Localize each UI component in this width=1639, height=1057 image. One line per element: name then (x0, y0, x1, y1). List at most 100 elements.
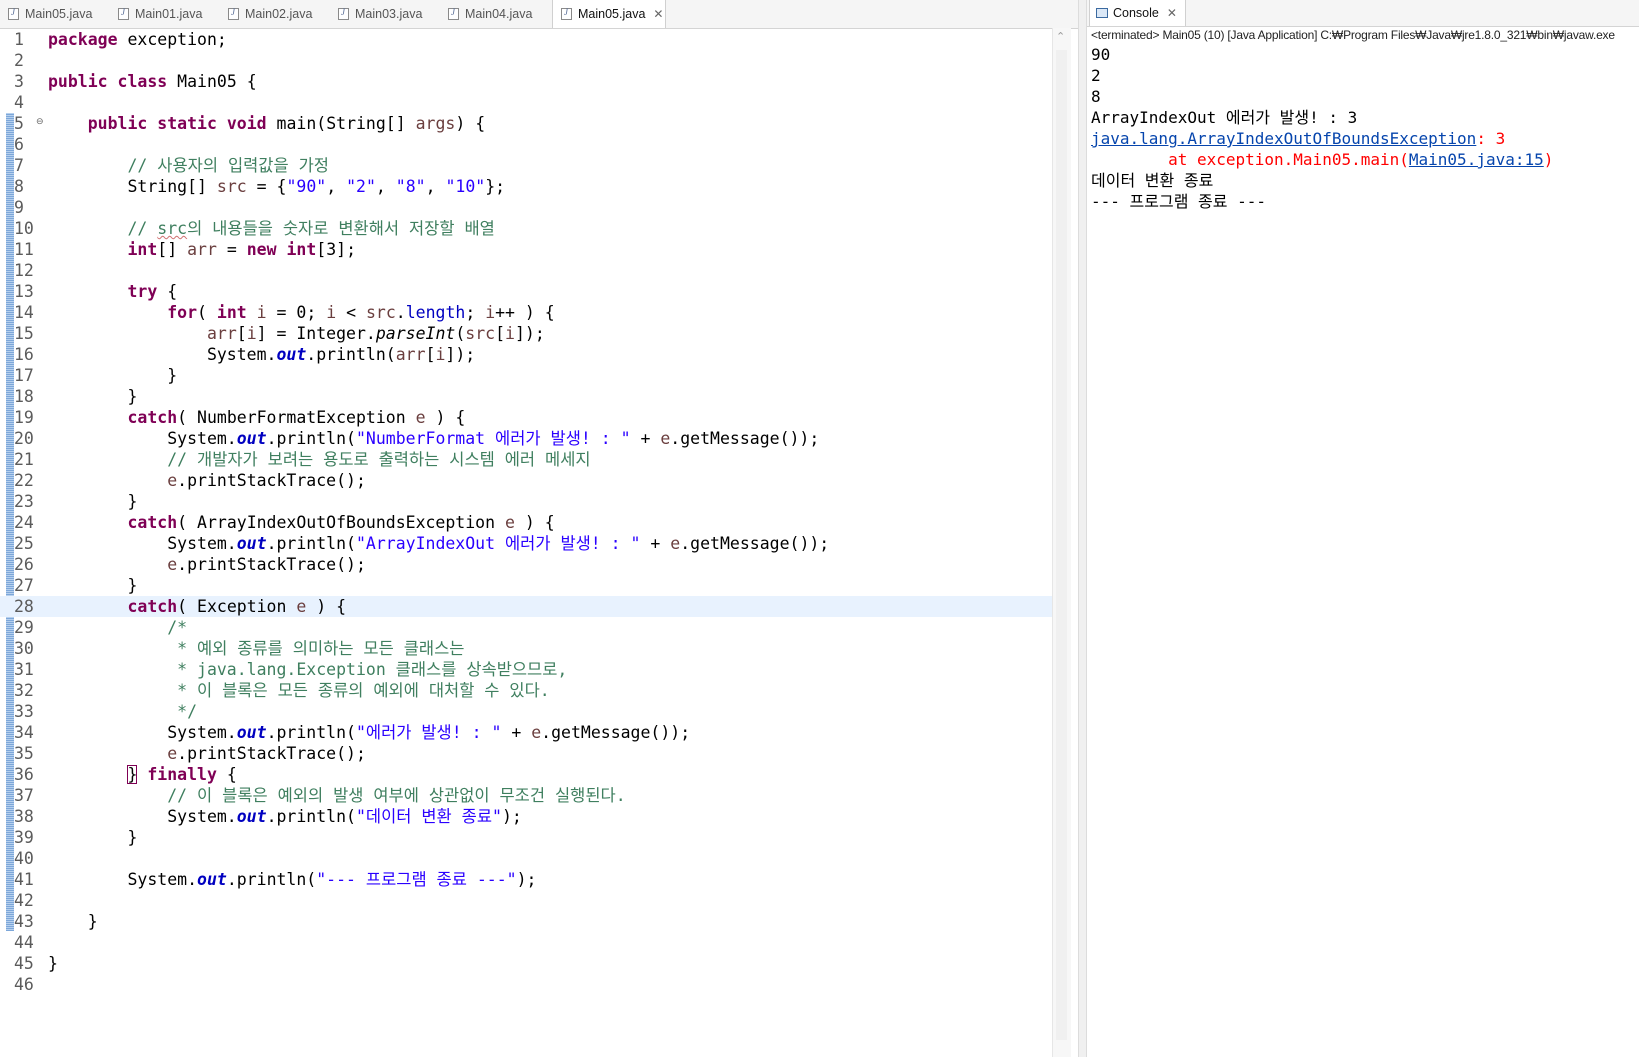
code-line[interactable]: 39 } (0, 827, 1052, 848)
editor-tab[interactable]: Main01.java (110, 0, 218, 27)
code-line[interactable]: 17 } (0, 365, 1052, 386)
code-line[interactable]: 24 catch( ArrayIndexOutOfBoundsException… (0, 512, 1052, 533)
code-line[interactable]: 10 // src의 내용들을 숫자로 변환해서 저장할 배열 (0, 218, 1052, 239)
code-line[interactable]: 21 // 개발자가 보려는 용도로 출력하는 시스템 에러 메세지 (0, 449, 1052, 470)
code-text: * java.lang.Exception 클래스를 상속받으므로, (48, 659, 567, 680)
code-line[interactable]: 44 (0, 932, 1052, 953)
code-line[interactable]: 45} (0, 953, 1052, 974)
code-line[interactable]: 7 // 사용자의 입력값을 가정 (0, 155, 1052, 176)
code-line[interactable]: 34 System.out.println("에러가 발생! : " + e.g… (0, 722, 1052, 743)
code-line[interactable]: 46 (0, 974, 1052, 995)
code-text: System.out.println("NumberFormat 에러가 발생!… (48, 428, 819, 449)
code-line[interactable]: 43 } (0, 911, 1052, 932)
code-text: // src의 내용들을 숫자로 변환해서 저장할 배열 (48, 218, 494, 239)
code-token: } (48, 387, 138, 406)
code-token: // 이 블록은 예외의 발생 여부에 상관없이 무조건 실행된다. (167, 786, 626, 805)
panel-splitter[interactable] (1078, 0, 1087, 1057)
code-line[interactable]: 8 String[] src = {"90", "2", "8", "10"}; (0, 176, 1052, 197)
console-line: --- 프로그램 종료 --- (1091, 191, 1266, 212)
code-line[interactable]: 22 e.printStackTrace(); (0, 470, 1052, 491)
line-number: 20 (14, 429, 34, 448)
code-token: catch (127, 513, 178, 532)
code-line[interactable]: 29 /* (0, 617, 1052, 638)
code-line[interactable]: 16 System.out.println(arr[i]); (0, 344, 1052, 365)
close-icon[interactable]: ✕ (653, 7, 663, 21)
code-line[interactable]: 11 int[] arr = new int[3]; (0, 239, 1052, 260)
code-line[interactable]: 33 */ (0, 701, 1052, 722)
code-line[interactable]: 13 try { (0, 281, 1052, 302)
line-number: 6 (14, 135, 24, 154)
line-number: 45 (14, 954, 34, 973)
code-token: { (157, 282, 178, 301)
editor-tab[interactable]: Main03.java (330, 0, 438, 27)
code-area[interactable]: 1 package exception; 2 3 public class Main05… (0, 29, 1052, 1057)
code-token: "8" (395, 177, 426, 196)
editor-tab[interactable]: Main02.java (220, 0, 328, 27)
console-link[interactable]: java.lang.ArrayIndexOutOfBoundsException (1091, 129, 1476, 148)
code-line[interactable]: 19 catch( NumberFormatException e ) { (0, 407, 1052, 428)
code-line[interactable]: 4 (0, 92, 1052, 113)
code-token: ); (501, 807, 522, 826)
code-line[interactable]: 25 System.out.println("ArrayIndexOut 에러가… (0, 533, 1052, 554)
code-line[interactable]: 2 (0, 50, 1052, 71)
code-text: // 사용자의 입력값을 가정 (48, 155, 328, 176)
scroll-up-icon[interactable]: ⌃ (1056, 30, 1065, 43)
line-number: 17 (14, 366, 34, 385)
code-line[interactable]: 37 // 이 블록은 예외의 발생 여부에 상관없이 무조건 실행된다. (0, 785, 1052, 806)
editor-vertical-scrollbar[interactable]: ⌃ (1052, 28, 1071, 1057)
line-number: 27 (14, 576, 34, 595)
code-line[interactable]: 40 (0, 848, 1052, 869)
line-number: 23 (14, 492, 34, 511)
code-token: ( NumberFormatException (177, 408, 416, 427)
code-line[interactable]: 20 System.out.println("NumberFormat 에러가 … (0, 428, 1052, 449)
code-token: } (48, 828, 138, 847)
close-icon[interactable]: ✕ (1167, 6, 1177, 20)
line-number: 9 (14, 198, 24, 217)
code-line[interactable]: 28 catch( Exception e ) { (0, 596, 1052, 617)
code-line[interactable]: 5 public static void main(String[] args)… (0, 113, 1052, 134)
code-text: System.out.println("--- 프로그램 종료 ---"); (48, 869, 536, 890)
java-file-icon (228, 7, 239, 20)
console-tab[interactable]: Console ✕ (1089, 0, 1186, 26)
code-line[interactable]: 42 (0, 890, 1052, 911)
code-line[interactable]: 36 } finally { (0, 764, 1052, 785)
code-token: "NumberFormat 에러가 발생! : " (355, 429, 631, 448)
code-line[interactable]: 27 } (0, 575, 1052, 596)
editor-tab[interactable]: Main05.java ✕ (552, 0, 666, 28)
code-line[interactable]: 31 * java.lang.Exception 클래스를 상속받으므로, (0, 659, 1052, 680)
code-token: i (505, 324, 515, 343)
code-line[interactable]: 18 } (0, 386, 1052, 407)
code-token: new (246, 240, 277, 259)
code-line[interactable]: 23 } (0, 491, 1052, 512)
code-line[interactable]: 6 (0, 134, 1052, 155)
console-line: at exception.Main05.main(Main05.java:15) (1091, 149, 1553, 170)
code-line[interactable]: 41 System.out.println("--- 프로그램 종료 ---")… (0, 869, 1052, 890)
code-line[interactable]: 3 public class Main05 { (0, 71, 1052, 92)
editor-tab[interactable]: Main05.java (0, 0, 108, 27)
editor-tab-label: Main04.java (465, 6, 533, 21)
console-text: 데이터 변환 종료 (1091, 171, 1214, 190)
console-status: <terminated> Main05 (10) [Java Applicati… (1091, 28, 1615, 42)
editor-tab[interactable]: Main04.java (440, 0, 548, 27)
line-number: 2 (14, 51, 24, 70)
code-line[interactable]: 14 for( int i = 0; i < src.length; i++ )… (0, 302, 1052, 323)
editor-tab-bar: Main05.java Main01.java Main02.java Main03.… (0, 0, 1078, 29)
code-line[interactable]: 38 System.out.println("데이터 변환 종료"); (0, 806, 1052, 827)
editor-tab-label: Main01.java (135, 6, 203, 21)
code-line[interactable]: 26 e.printStackTrace(); (0, 554, 1052, 575)
fold-icon[interactable]: ⊖ (36, 117, 44, 127)
console-link[interactable]: Main05.java:15 (1409, 150, 1544, 169)
code-line[interactable]: 12 (0, 260, 1052, 281)
code-line[interactable]: 35 e.printStackTrace(); (0, 743, 1052, 764)
code-line[interactable]: 32 * 이 블록은 모든 종류의 예외에 대처할 수 있다. (0, 680, 1052, 701)
code-line[interactable]: 30 * 예외 종류를 의미하는 모든 클래스는 (0, 638, 1052, 659)
code-line[interactable]: 15 arr[i] = Integer.parseInt(src[i]); (0, 323, 1052, 344)
code-token: parseInt (375, 324, 456, 343)
code-text: } (48, 953, 58, 974)
code-line[interactable]: 1 package exception; (0, 29, 1052, 50)
code-line[interactable]: 9 (0, 197, 1052, 218)
scrollbar-thumb[interactable] (1056, 50, 1067, 1040)
